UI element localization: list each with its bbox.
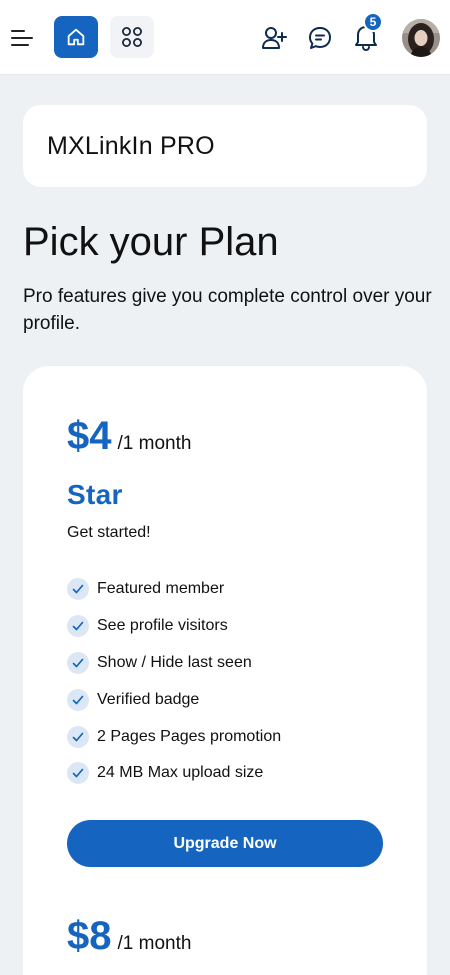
home-button[interactable] bbox=[54, 16, 98, 58]
page-title: Pick your Plan bbox=[23, 220, 279, 264]
plan-period: /1 month bbox=[117, 433, 192, 454]
plan-feature: See profile visitors bbox=[67, 608, 281, 645]
plan-price-row: $8 /1 month bbox=[67, 914, 191, 959]
home-icon bbox=[67, 28, 85, 46]
plan-feature-list: Featured member See profile visitors Sho… bbox=[67, 571, 281, 792]
chat-icon bbox=[309, 27, 331, 49]
plan-feature: 24 MB Max upload size bbox=[67, 755, 281, 792]
check-icon bbox=[67, 725, 89, 748]
top-navigation-bar: 5 bbox=[0, 0, 450, 75]
plan-name: Star bbox=[67, 479, 123, 510]
avatar-image bbox=[402, 19, 440, 57]
brand-card: MXLinkIn PRO bbox=[23, 105, 427, 187]
plan-price: $4 bbox=[67, 414, 112, 458]
brand-title: MXLinkIn PRO bbox=[47, 132, 215, 160]
check-icon bbox=[67, 578, 89, 601]
plan-feature-label: Show / Hide last seen bbox=[97, 653, 252, 671]
page-subtitle: Pro features give you complete control o… bbox=[23, 286, 432, 334]
check-icon bbox=[67, 615, 89, 638]
plan-card: $4 /1 month Star Get started! Featured m… bbox=[23, 366, 427, 975]
plan-price: $8 bbox=[67, 914, 112, 958]
apps-grid-icon bbox=[122, 27, 142, 47]
plan-feature-label: 2 Pages Pages promotion bbox=[97, 727, 282, 745]
check-icon bbox=[67, 688, 89, 711]
plan-feature-label: Featured member bbox=[97, 580, 225, 598]
plan-description: Get started! bbox=[67, 524, 151, 541]
plan-feature: 2 Pages Pages promotion bbox=[67, 718, 281, 755]
plan-feature: Featured member bbox=[67, 571, 281, 608]
messages-button[interactable] bbox=[306, 24, 334, 52]
plan-period: /1 month bbox=[117, 933, 192, 954]
check-icon bbox=[67, 762, 89, 785]
plan-feature-label: 24 MB Max upload size bbox=[97, 764, 264, 782]
menu-icon bbox=[11, 30, 33, 46]
plan-feature: Verified badge bbox=[67, 681, 281, 718]
upgrade-now-button[interactable]: Upgrade Now bbox=[67, 820, 383, 867]
plan-feature-label: See profile visitors bbox=[97, 617, 228, 635]
plan-price-row: $4 /1 month bbox=[67, 414, 191, 459]
add-user-icon bbox=[262, 27, 287, 49]
plan-feature: Show / Hide last seen bbox=[67, 645, 281, 682]
add-friend-button[interactable] bbox=[260, 24, 288, 52]
user-avatar[interactable] bbox=[402, 19, 440, 57]
plan-feature-label: Verified badge bbox=[97, 690, 200, 708]
apps-button[interactable] bbox=[110, 16, 154, 58]
menu-button[interactable] bbox=[10, 24, 34, 52]
notification-count-badge: 5 bbox=[363, 12, 383, 32]
check-icon bbox=[67, 651, 89, 674]
